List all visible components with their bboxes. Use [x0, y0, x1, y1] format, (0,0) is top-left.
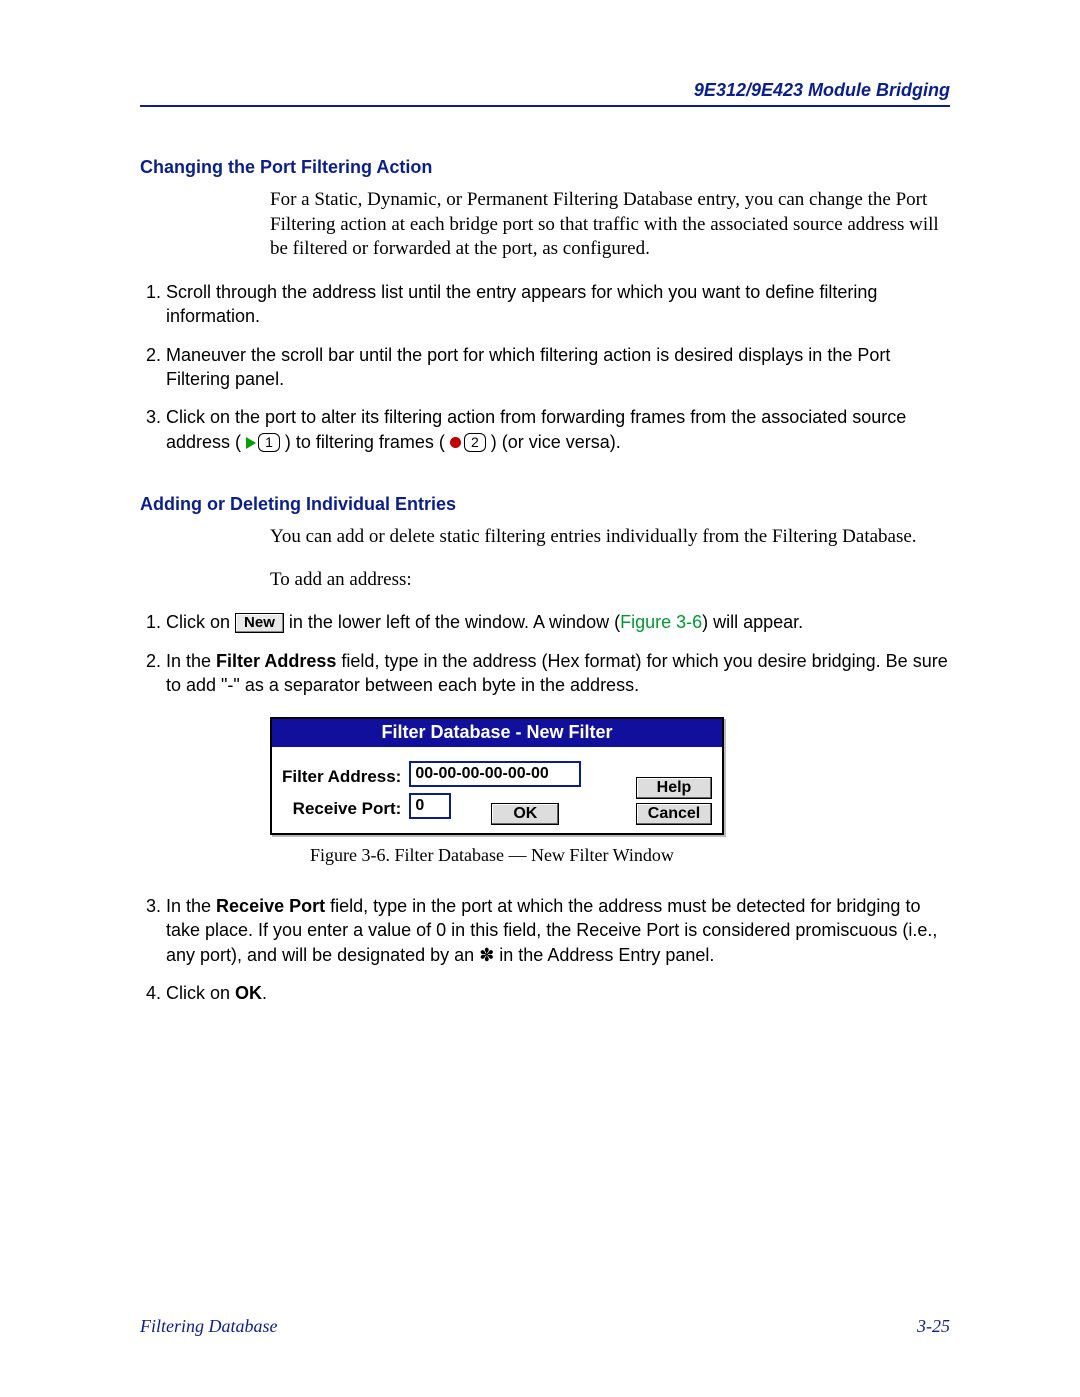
add-step-4: Click on OK.	[166, 981, 950, 1005]
add-step1-a: Click on	[166, 612, 235, 632]
receive-port-input[interactable]: 0	[409, 793, 451, 819]
footer-page-number: 3-25	[917, 1316, 950, 1337]
header-divider	[140, 105, 950, 107]
add-step-2: In the Filter Address field, type in the…	[166, 649, 950, 698]
add-step1-c: ) will appear.	[702, 612, 803, 632]
filter-address-input[interactable]: 00-00-00-00-00-00	[409, 761, 581, 787]
receive-port-bold: Receive Port	[216, 896, 325, 916]
footer-left: Filtering Database	[140, 1316, 278, 1337]
new-filter-dialog: Filter Database - New Filter Filter Addr…	[270, 717, 724, 835]
cancel-button[interactable]: Cancel	[636, 803, 712, 825]
filter-address-label: Filter Address:	[282, 761, 401, 793]
section2-steps-a: Click on New in the lower left of the wi…	[140, 610, 950, 697]
add-step3-a: In the	[166, 896, 216, 916]
figure-ref-3-6[interactable]: Figure 3-6	[620, 612, 702, 632]
forward-arrow-icon	[246, 437, 256, 449]
heading-change-port-filtering: Changing the Port Filtering Action	[140, 157, 950, 178]
step3-text-b: ) to filtering frames (	[285, 432, 445, 452]
page-header-title: 9E312/9E423 Module Bridging	[140, 80, 950, 101]
section1-steps: Scroll through the address list until th…	[140, 280, 950, 454]
add-step2-a: In the	[166, 651, 216, 671]
add-step4-b: .	[262, 983, 267, 1003]
section2-p2: To add an address:	[270, 568, 950, 593]
dialog-title: Filter Database - New Filter	[272, 719, 722, 747]
ok-bold: OK	[235, 983, 262, 1003]
step-2: Maneuver the scroll bar until the port f…	[166, 343, 950, 392]
filter-address-bold: Filter Address	[216, 651, 336, 671]
figure-caption: Figure 3-6. Filter Database — New Filter…	[310, 845, 950, 866]
receive-port-label: Receive Port:	[282, 793, 401, 825]
add-step-1: Click on New in the lower left of the wi…	[166, 610, 950, 634]
step3-text-c: ) (or vice versa).	[491, 432, 621, 452]
section1-intro: For a Static, Dynamic, or Permanent Filt…	[270, 188, 950, 262]
new-button-inline: New	[235, 613, 284, 633]
section2-steps-b: In the Receive Port field, type in the p…	[140, 894, 950, 1005]
step-3: Click on the port to alter its filtering…	[166, 405, 950, 454]
forward-badge: 1	[258, 433, 280, 452]
section2-p1: You can add or delete static filtering e…	[270, 525, 950, 550]
filter-dot-icon	[450, 437, 461, 448]
help-button[interactable]: Help	[636, 777, 712, 799]
filter-badge: 2	[464, 433, 486, 452]
add-step1-b: in the lower left of the window. A windo…	[289, 612, 620, 632]
heading-add-delete-entries: Adding or Deleting Individual Entries	[140, 494, 950, 515]
add-step-3: In the Receive Port field, type in the p…	[166, 894, 950, 967]
add-step4-a: Click on	[166, 983, 235, 1003]
ok-button[interactable]: OK	[491, 803, 559, 825]
step-1: Scroll through the address list until th…	[166, 280, 950, 329]
